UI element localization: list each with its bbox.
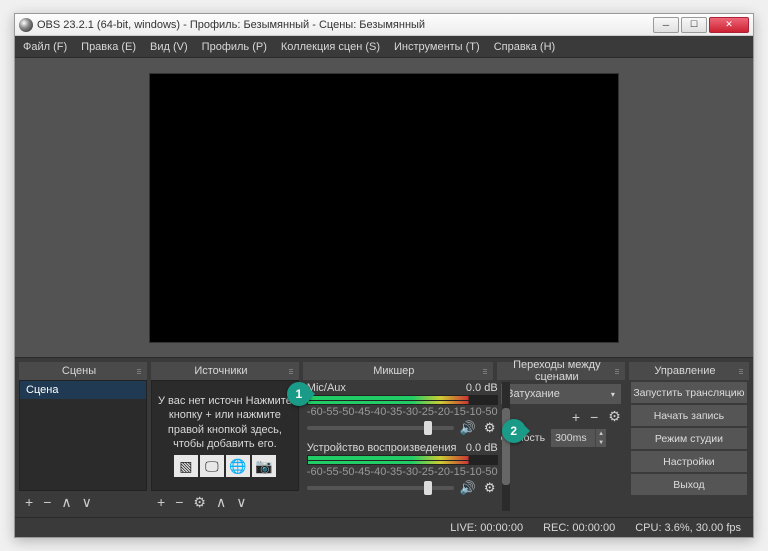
spinner-up-button[interactable]: ▲ — [595, 429, 606, 438]
scene-list[interactable]: Сцена — [19, 380, 147, 491]
menu-edit[interactable]: Правка (E) — [81, 41, 136, 53]
settings-button[interactable]: Настройки — [631, 451, 747, 472]
scene-up-button[interactable]: ∧ — [61, 495, 71, 509]
menu-view[interactable]: Вид (V) — [150, 41, 188, 53]
drag-handle-icon[interactable] — [135, 369, 143, 374]
controls-header[interactable]: Управление — [629, 362, 749, 380]
mixer-channel-desktop: Устройство воспроизведения0.0 dB -60-55-… — [305, 442, 500, 498]
speaker-icon[interactable]: 🔊 — [460, 420, 476, 436]
maximize-button[interactable]: ☐ — [681, 17, 707, 33]
titlebar[interactable]: OBS 23.2.1 (64-bit, windows) - Профиль: … — [15, 14, 753, 36]
image-source-icon: ▧ — [174, 455, 198, 477]
exit-button[interactable]: Выход — [631, 474, 747, 495]
mixer-scrollbar[interactable] — [502, 382, 510, 511]
source-up-button[interactable]: ∧ — [216, 495, 226, 509]
scenes-header[interactable]: Сцены — [19, 362, 147, 380]
meter-scale: -60-55-50-45-40-35-30-25-20-15-10-50 — [305, 466, 500, 478]
drag-handle-icon[interactable] — [287, 369, 295, 374]
browser-source-icon: 🌐 — [226, 455, 250, 477]
minimize-button[interactable]: ─ — [653, 17, 679, 33]
window-title: OBS 23.2.1 (64-bit, windows) - Профиль: … — [37, 19, 653, 31]
menu-file[interactable]: Файл (F) — [23, 41, 67, 53]
channel-settings-button[interactable]: ⚙ — [482, 480, 498, 496]
preview-canvas[interactable] — [149, 73, 619, 343]
annotation-2: 2 — [502, 419, 526, 443]
channel-settings-button[interactable]: ⚙ 2 — [482, 420, 498, 436]
vu-meter — [307, 395, 498, 405]
statusbar: LIVE: 00:00:00 REC: 00:00:00 CPU: 3.6%, … — [15, 517, 753, 537]
add-scene-button[interactable]: + — [25, 495, 33, 509]
chevron-down-icon: ▾ — [611, 390, 615, 399]
add-transition-button[interactable]: + — [572, 409, 580, 425]
sources-hint: У вас нет источн Нажмите кнопку + или на… — [156, 394, 294, 451]
mixer-channel-mic: Mic/Aux0.0 dB -60-55-50-45-40-35-30-25-2… — [305, 382, 500, 438]
transition-select[interactable]: Затухание ▾ — [501, 384, 621, 404]
studio-mode-button[interactable]: Режим студии — [631, 428, 747, 449]
camera-source-icon: 📷 — [252, 455, 276, 477]
menu-scenes[interactable]: Коллекция сцен (S) — [281, 41, 380, 53]
source-down-button[interactable]: ∨ — [236, 495, 246, 509]
menu-help[interactable]: Справка (H) — [494, 41, 555, 53]
add-source-button[interactable]: + — [157, 495, 165, 509]
status-rec: REC: 00:00:00 — [543, 522, 615, 534]
start-record-button[interactable]: Начать запись — [631, 405, 747, 426]
scene-down-button[interactable]: ∨ — [82, 495, 92, 509]
source-settings-button[interactable]: ⚙ — [193, 495, 206, 509]
drag-handle-icon[interactable] — [481, 369, 489, 374]
spinner-down-button[interactable]: ▼ — [595, 438, 606, 447]
menu-tools[interactable]: Инструменты (T) — [394, 41, 480, 53]
menubar: Файл (F) Правка (E) Вид (V) Профиль (P) … — [15, 36, 753, 58]
start-stream-button[interactable]: Запустить трансляцию — [631, 382, 747, 403]
status-cpu: CPU: 3.6%, 30.00 fps — [635, 522, 741, 534]
duration-spinner[interactable]: 300ms ▲ ▼ — [551, 429, 606, 447]
scene-item[interactable]: Сцена — [20, 381, 146, 399]
display-source-icon: 🖵 — [200, 455, 224, 477]
sources-header[interactable]: Источники — [151, 362, 299, 380]
meter-scale: -60-55-50-45-40-35-30-25-20-15-10-50 — [305, 406, 500, 418]
obs-icon — [19, 18, 33, 32]
close-button[interactable]: ✕ — [709, 17, 749, 33]
sources-list[interactable]: У вас нет источн Нажмите кнопку + или на… — [151, 380, 299, 491]
volume-slider[interactable] — [307, 486, 454, 490]
drag-handle-icon[interactable] — [737, 369, 745, 374]
speaker-icon[interactable]: 🔊 — [460, 480, 476, 496]
app-window: OBS 23.2.1 (64-bit, windows) - Профиль: … — [14, 13, 754, 538]
remove-scene-button[interactable]: − — [43, 495, 51, 509]
remove-source-button[interactable]: − — [175, 495, 183, 509]
menu-profile[interactable]: Профиль (P) — [202, 41, 267, 53]
mixer-header[interactable]: Микшер — [303, 362, 493, 380]
volume-slider[interactable] — [307, 426, 454, 430]
vu-meter — [307, 455, 498, 465]
remove-transition-button[interactable]: − — [590, 409, 598, 425]
transition-settings-button[interactable]: ⚙ — [608, 408, 621, 425]
preview-area[interactable] — [15, 58, 753, 357]
annotation-1: 1 — [287, 382, 311, 406]
status-live: LIVE: 00:00:00 — [450, 522, 523, 534]
drag-handle-icon[interactable] — [613, 369, 621, 374]
transitions-header[interactable]: Переходы между сценами — [497, 362, 625, 380]
